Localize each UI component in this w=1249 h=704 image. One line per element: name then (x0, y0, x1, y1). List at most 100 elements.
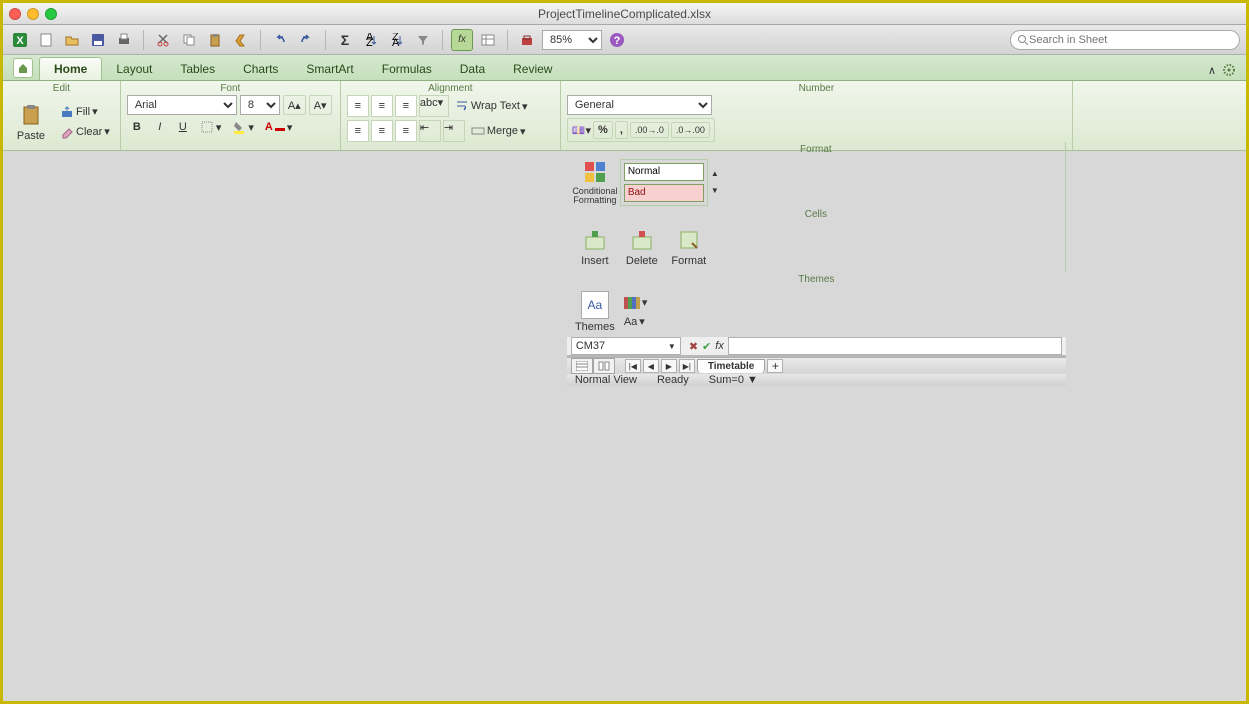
worksheet[interactable]: ABCDEFGHIJKLMNOPQRSTUVWXYZAAABACADAEAFAG… (567, 356, 1066, 357)
inc-decimal-button[interactable]: .00→.0 (630, 122, 669, 138)
normal-view-icon[interactable] (571, 358, 593, 374)
tab-review[interactable]: Review (499, 58, 566, 80)
zoom-select[interactable]: 85% (542, 30, 602, 50)
ribbon-collapse-icon[interactable]: ∧ (1208, 64, 1216, 77)
insert-cells-button[interactable]: Insert (573, 221, 617, 273)
indent-inc[interactable]: ⇥ (443, 120, 465, 142)
formula-input[interactable] (728, 337, 1062, 355)
open-icon[interactable] (61, 29, 83, 51)
bold-button[interactable]: B (127, 118, 147, 136)
paste-icon[interactable] (204, 29, 226, 51)
page-layout-view-icon[interactable] (593, 358, 615, 374)
cancel-formula-icon[interactable]: ✖ (689, 340, 698, 353)
align-top-right[interactable]: ≡ (395, 95, 417, 117)
accept-formula-icon[interactable]: ✔ (702, 340, 711, 353)
font-size-select[interactable]: 8 (240, 95, 280, 115)
add-sheet-button[interactable]: + (767, 359, 783, 373)
sheet-nav-prev[interactable]: ◀ (643, 359, 659, 373)
group-edit: Edit Paste Fill▾ Clear▾ (3, 81, 121, 150)
autosum-icon[interactable]: Σ (334, 29, 356, 51)
sum-dropdown-icon[interactable]: ▼ (747, 374, 758, 386)
formula-bar: CM37▼ ✖ ✔ fx (567, 337, 1066, 356)
status-sum: Sum=0 ▼ (709, 374, 758, 386)
help-icon[interactable]: ? (606, 29, 628, 51)
accounting-button[interactable]: 💷▾ % , .00→.0 .0→.00 (567, 118, 715, 142)
indent-dec[interactable]: ⇤ (419, 120, 441, 142)
format-painter-icon[interactable] (230, 29, 252, 51)
themes-button[interactable]: AaThemes (573, 286, 617, 338)
align-left[interactable]: ≡ (347, 120, 369, 142)
tab-formulas[interactable]: Formulas (368, 58, 446, 80)
tab-layout[interactable]: Layout (102, 58, 166, 80)
col-header[interactable]: A (591, 356, 611, 357)
fill-button[interactable]: Fill▾ (56, 103, 114, 121)
grow-font-button[interactable]: A▴ (283, 95, 306, 115)
name-box[interactable]: CM37▼ (571, 337, 681, 355)
tab-smartart[interactable]: SmartArt (292, 58, 367, 80)
underline-button[interactable]: U (173, 118, 193, 136)
theme-colors-button[interactable]: ▾ (620, 294, 652, 311)
delete-cells-button[interactable]: Delete (620, 221, 664, 273)
save-icon[interactable] (87, 29, 109, 51)
redo-icon[interactable] (295, 29, 317, 51)
print-icon[interactable] (113, 29, 135, 51)
search-input[interactable] (1029, 34, 1233, 46)
sort-asc-icon[interactable]: AZ (360, 29, 382, 51)
percent-button[interactable]: % (593, 121, 613, 139)
style-normal[interactable]: Normal (624, 163, 704, 181)
toolbox-icon[interactable] (516, 29, 538, 51)
align-center[interactable]: ≡ (371, 120, 393, 142)
fx-icon[interactable]: fx (715, 340, 724, 353)
tab-tables[interactable]: Tables (166, 58, 229, 80)
style-scroll-up[interactable]: ▲ (711, 169, 719, 178)
fill-color-button[interactable]: ▾ (228, 118, 258, 136)
search-box[interactable] (1010, 30, 1240, 50)
cut-icon[interactable] (152, 29, 174, 51)
style-bad[interactable]: Bad (624, 184, 704, 202)
sheet-tab-timetable[interactable]: Timetable (697, 359, 766, 373)
filter-icon[interactable] (412, 29, 434, 51)
fx-toggle-icon[interactable]: fx (451, 29, 473, 51)
excel-menu-icon[interactable]: X (9, 29, 31, 51)
wrap-text-button[interactable]: Wrap Text▾ (451, 95, 532, 117)
sort-desc-icon[interactable]: ZA (386, 29, 408, 51)
orientation-button[interactable]: abc▾ (419, 95, 449, 117)
undo-icon[interactable] (269, 29, 291, 51)
shrink-font-button[interactable]: A▾ (309, 95, 332, 115)
dec-decimal-button[interactable]: .0→.00 (671, 122, 710, 138)
sheet-nav-next[interactable]: ▶ (661, 359, 677, 373)
column-headers: ABCDEFGHIJKLMNOPQRSTUVWXYZAAABACADAEAFAG… (591, 356, 1066, 357)
theme-fonts-button[interactable]: Aa▾ (620, 313, 652, 330)
align-top-center[interactable]: ≡ (371, 95, 393, 117)
new-file-icon[interactable] (35, 29, 57, 51)
sheet-nav-last[interactable]: ▶| (679, 359, 695, 373)
status-view-label: Normal View (575, 374, 637, 386)
settings-gear-icon[interactable] (1222, 63, 1236, 77)
show-formulas-icon[interactable] (477, 29, 499, 51)
select-all-corner[interactable] (567, 356, 591, 357)
number-format-select[interactable]: General (567, 95, 712, 115)
tab-charts[interactable]: Charts (229, 58, 292, 80)
comma-button[interactable]: , (615, 121, 628, 139)
sheet-nav-first[interactable]: |◀ (625, 359, 641, 373)
ribbon-home-icon[interactable] (13, 58, 33, 78)
align-right[interactable]: ≡ (395, 120, 417, 142)
ribbon-tabs: Home Layout Tables Charts SmartArt Formu… (3, 55, 1246, 81)
paste-button[interactable]: Paste (9, 96, 53, 148)
style-scroll-down[interactable]: ▼ (711, 186, 719, 195)
copy-icon[interactable] (178, 29, 200, 51)
border-button[interactable]: ▾ (196, 118, 226, 136)
clear-button[interactable]: Clear▾ (56, 123, 114, 141)
font-color-button[interactable]: A▾ (261, 118, 296, 136)
format-cells-button[interactable]: Format (667, 221, 711, 273)
align-top-left[interactable]: ≡ (347, 95, 369, 117)
titlebar: ProjectTimelineComplicated.xlsx (3, 3, 1246, 25)
conditional-formatting-button[interactable]: Conditional Formatting (573, 156, 617, 208)
merge-button[interactable]: Merge▾ (467, 120, 530, 142)
tab-home[interactable]: Home (39, 57, 102, 80)
italic-button[interactable]: I (150, 118, 170, 136)
status-ready-label: Ready (657, 374, 689, 386)
font-name-select[interactable]: Arial (127, 95, 237, 115)
tab-data[interactable]: Data (446, 58, 499, 80)
col-header[interactable]: B (611, 356, 1066, 357)
